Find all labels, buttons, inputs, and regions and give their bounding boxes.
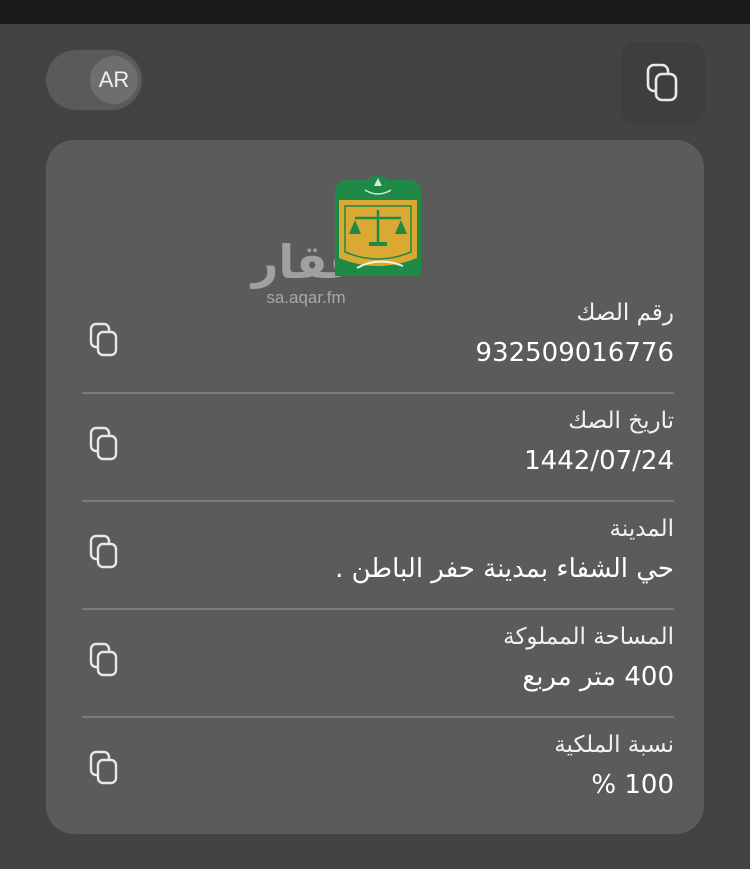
copy-button[interactable] (82, 530, 126, 574)
copy-button[interactable] (82, 746, 126, 790)
field-value: 100 % (591, 770, 674, 800)
field-deed-number: رقم الصك 932509016776 (82, 300, 674, 390)
field-value: 1442/07/24 (524, 446, 674, 476)
field-label: نسبة الملكية (554, 732, 674, 758)
field-value: 932509016776 (475, 338, 674, 368)
field-value: 400 متر مربع (522, 662, 674, 692)
copy-button[interactable] (82, 638, 126, 682)
copy-all-button[interactable] (621, 42, 705, 124)
copy-icon (89, 426, 118, 461)
divider (82, 500, 674, 502)
copy-button[interactable] (82, 318, 126, 362)
field-ownership-ratio: نسبة الملكية 100 % (82, 732, 674, 822)
field-label: تاريخ الصك (568, 408, 674, 434)
copy-icon (646, 63, 678, 102)
copy-button[interactable] (82, 422, 126, 466)
language-toggle-knob: AR (90, 56, 138, 104)
divider (82, 608, 674, 610)
copy-icon (89, 534, 118, 569)
field-owned-area: المساحة المملوكة 400 متر مربع (82, 624, 674, 714)
field-city: المدينة حي الشفاء بمدينة حفر الباطن . (82, 516, 674, 606)
deed-card: عقار sa.aqar.fm رقم الصك 932509016776 تا… (46, 140, 704, 834)
ministry-of-justice-logo (335, 176, 421, 276)
field-label: المساحة المملوكة (503, 624, 674, 650)
copy-icon (89, 322, 118, 357)
copy-icon (89, 750, 118, 785)
status-bar (0, 0, 750, 24)
field-label: المدينة (609, 516, 674, 542)
field-label: رقم الصك (576, 300, 674, 326)
field-deed-date: تاريخ الصك 1442/07/24 (82, 408, 674, 498)
divider (82, 716, 674, 718)
copy-icon (89, 642, 118, 677)
divider (82, 392, 674, 394)
language-toggle[interactable]: AR (46, 50, 142, 110)
field-value: حي الشفاء بمدينة حفر الباطن . (335, 554, 674, 584)
